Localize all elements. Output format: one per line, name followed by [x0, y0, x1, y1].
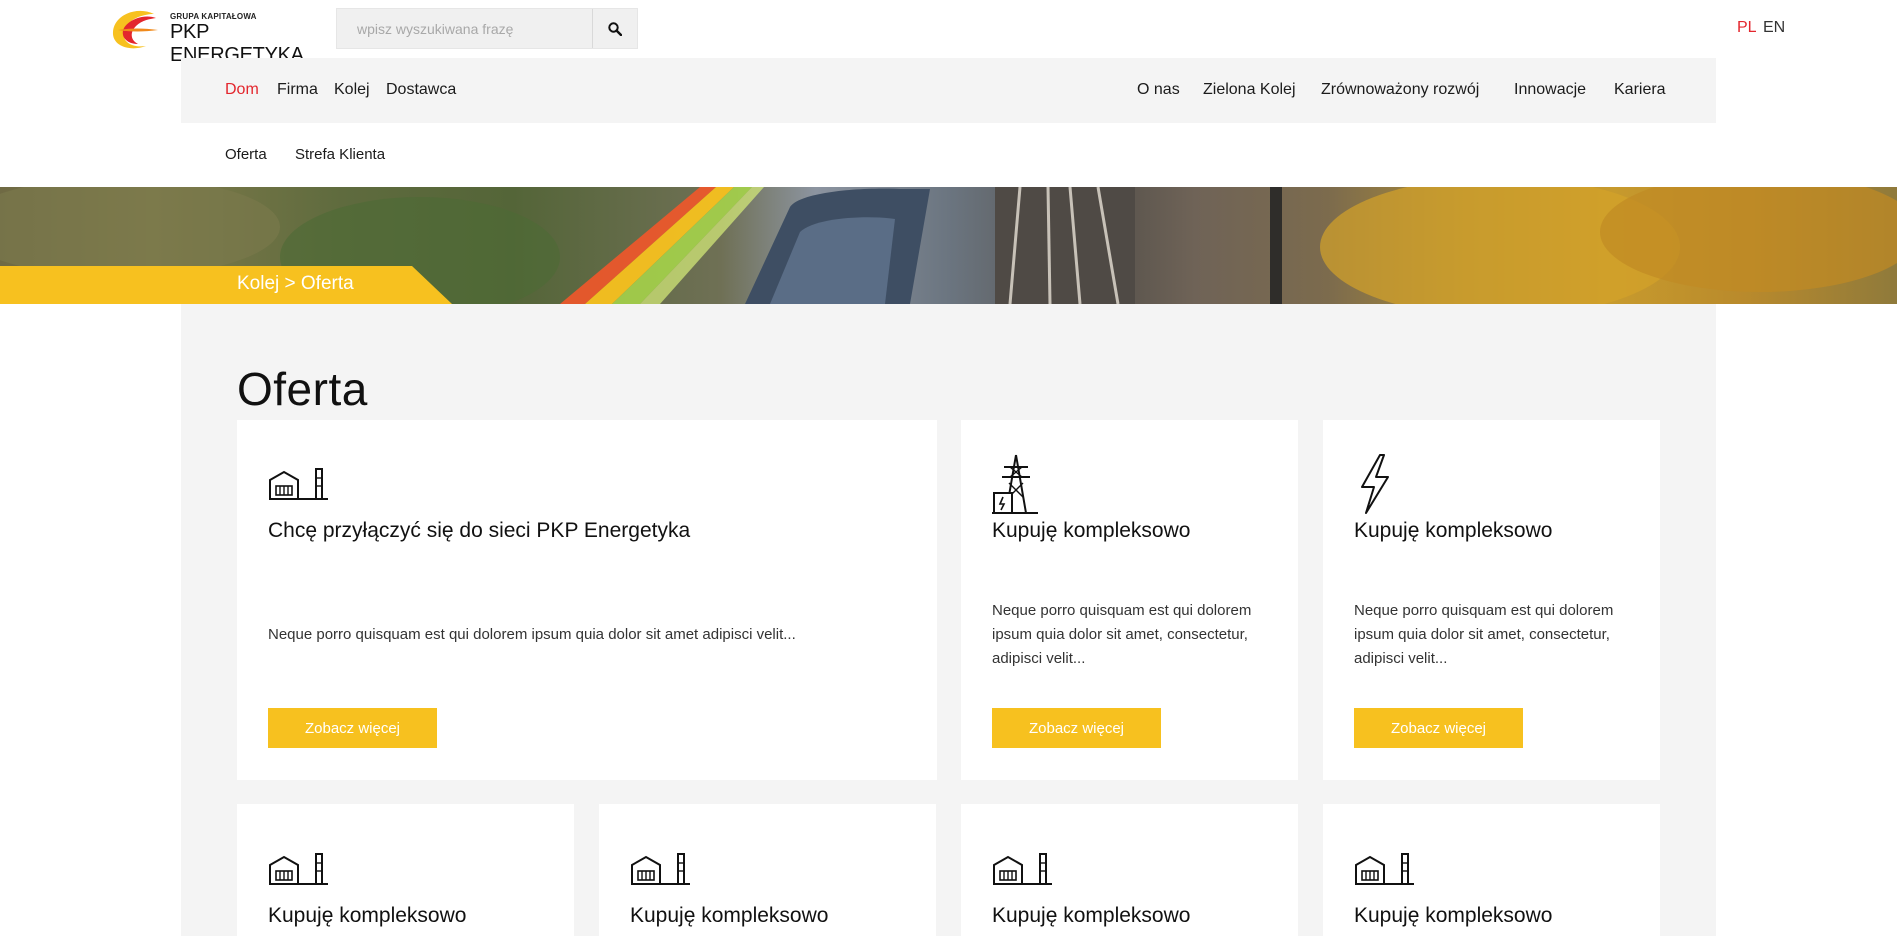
search-box: [336, 8, 638, 49]
power-tower-icon: [992, 454, 1038, 514]
substation-icon: [269, 468, 328, 500]
substation-icon: [993, 853, 1052, 885]
main-nav: Dom Firma Kolej Dostawca O nas Zielona K…: [181, 58, 1716, 123]
nav-item-kariera[interactable]: Kariera: [1614, 81, 1666, 99]
nav-item-zrownowazony-rozwoj[interactable]: Zrównoważony rozwój: [1321, 81, 1479, 99]
card-title: Kupuję kompleksowo: [1354, 519, 1553, 542]
offer-card: Kupuję kompleksowo: [1323, 804, 1660, 936]
search-button[interactable]: [592, 9, 637, 48]
offer-card: Chcę przyłączyć się do sieci PKP Energet…: [237, 420, 937, 780]
card-description: Neque porro quisquam est qui dolorem ips…: [1354, 602, 1614, 667]
offer-card: Kupuję kompleksowo: [961, 804, 1298, 936]
nav-item-innowacje[interactable]: Innowacje: [1514, 81, 1586, 99]
lang-pl-link[interactable]: PL: [1737, 19, 1757, 37]
see-more-button[interactable]: Zobacz więcej: [1354, 708, 1523, 748]
nav-item-o-nas[interactable]: O nas: [1137, 81, 1180, 99]
nav-item-dostawca[interactable]: Dostawca: [386, 81, 456, 99]
substation-icon: [269, 853, 328, 885]
offer-card: Kupuję kompleksowo: [599, 804, 936, 936]
offer-card: Kupuję kompleksowo: [237, 804, 574, 936]
card-title: Kupuję kompleksowo: [992, 519, 1191, 542]
search-icon: [608, 21, 622, 36]
nav-item-firma[interactable]: Firma: [277, 81, 318, 99]
logo-group-label: GRUPA KAPITAŁOWA: [170, 12, 257, 21]
card-description: Neque porro quisquam est qui dolorem ips…: [268, 626, 796, 643]
card-description: Neque porro quisquam est qui dolorem ips…: [992, 602, 1252, 667]
nav-item-dom[interactable]: Dom: [225, 81, 259, 99]
brand-logo[interactable]: GRUPA KAPITAŁOWA PKP ENERGETYKA: [110, 8, 315, 66]
lightning-icon: [1361, 454, 1389, 514]
subnav-item-strefa-klienta[interactable]: Strefa Klienta: [295, 146, 385, 163]
offer-card: Kupuję kompleksowo Neque porro quisquam …: [1323, 420, 1660, 780]
card-title: Kupuję kompleksowo: [1354, 904, 1553, 927]
search-input[interactable]: [337, 9, 595, 48]
breadcrumb-bar: [0, 266, 452, 304]
card-title: Kupuję kompleksowo: [630, 904, 829, 927]
substation-icon: [631, 853, 690, 885]
see-more-button[interactable]: Zobacz więcej: [992, 708, 1161, 748]
see-more-button[interactable]: Zobacz więcej: [268, 708, 437, 748]
offer-card: Kupuję kompleksowo Neque porro quisquam …: [961, 420, 1298, 780]
breadcrumb: Kolej > Oferta: [237, 273, 354, 294]
lang-en-link[interactable]: EN: [1763, 19, 1785, 37]
card-title: Kupuję kompleksowo: [992, 904, 1191, 927]
logo-mark-icon: [112, 10, 158, 49]
nav-item-kolej[interactable]: Kolej: [334, 81, 370, 99]
page-title: Oferta: [237, 363, 368, 415]
substation-icon: [1355, 853, 1414, 885]
nav-item-zielona-kolej[interactable]: Zielona Kolej: [1203, 81, 1296, 99]
card-title: Chcę przyłączyć się do sieci PKP Energet…: [268, 519, 691, 542]
subnav-item-oferta[interactable]: Oferta: [225, 146, 267, 163]
card-title: Kupuję kompleksowo: [268, 904, 467, 927]
